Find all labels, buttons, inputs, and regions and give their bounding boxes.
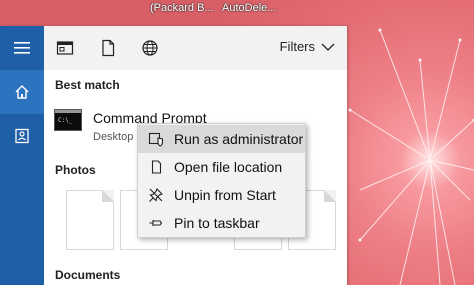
photos-heading: Photos [55,163,96,177]
unpin-from-start-item[interactable]: Unpin from Start [138,181,305,209]
apps-icon[interactable] [56,39,74,57]
documents-heading: Documents [55,268,121,282]
chevron-down-icon [321,43,335,51]
notebook-icon [15,128,29,144]
desktop-icon-label[interactable]: AutoDele... [222,2,276,14]
folder-icon [138,159,174,175]
command-prompt-icon: C:\_ [54,109,82,131]
pin-icon [138,215,174,231]
shield-icon [138,131,174,147]
start-rail [0,26,44,285]
menu-item-label: Run as administrator [174,131,304,147]
menu-item-label: Open file location [174,159,283,175]
web-icon[interactable] [141,39,159,57]
filters-dropdown[interactable]: Filters [280,39,335,54]
notebook-button[interactable] [0,114,44,158]
menu-item-label: Unpin from Start [174,187,276,203]
home-button[interactable] [0,70,44,114]
svg-text:C:\_: C:\_ [58,117,73,124]
filters-label: Filters [279,39,315,54]
context-menu: Run as administrator Open file location … [137,123,306,238]
pin-to-taskbar-item[interactable]: Pin to taskbar [138,209,305,237]
unpin-icon [138,187,174,203]
desktop-icon-label[interactable]: (Packard B... [150,2,214,14]
open-file-location-item[interactable]: Open file location [138,153,305,181]
menu-item-label: Pin to taskbar [174,215,260,231]
hamburger-menu-icon [14,42,30,54]
run-as-administrator-item[interactable]: Run as administrator [138,125,305,153]
home-icon [15,85,29,99]
best-match-heading: Best match [55,78,120,92]
hamburger-menu-button[interactable] [0,26,44,70]
photo-thumbnail[interactable] [66,190,114,250]
search-filter-toolbar: Filters [44,26,347,70]
result-type: Desktop [93,131,134,143]
documents-icon[interactable] [99,39,117,57]
